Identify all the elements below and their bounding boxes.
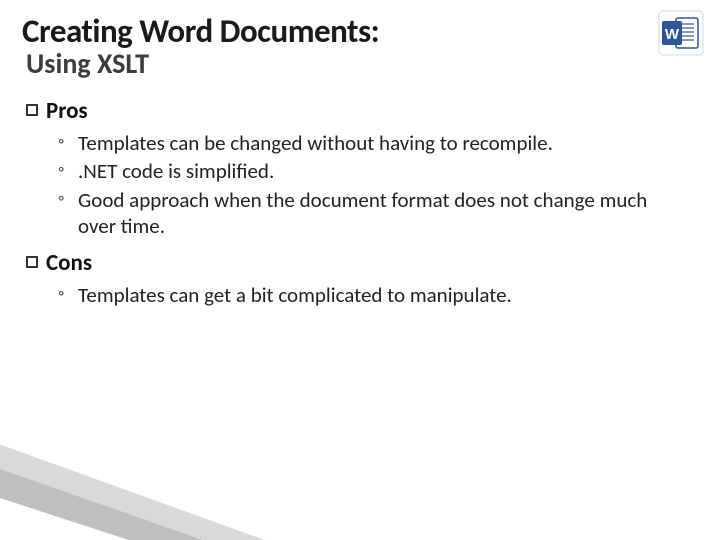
list-item: Templates can be changed without having … (58, 130, 670, 156)
list-item: .NET code is simplified. (58, 158, 670, 184)
section-heading-text: Cons (46, 249, 92, 278)
section-heading-text: Pros (46, 97, 88, 126)
list-item: Templates can get a bit complicated to m… (58, 282, 670, 308)
decorative-swoosh (0, 400, 320, 540)
section-heading-pros: Pros (26, 97, 680, 126)
pros-list: Templates can be changed without having … (26, 130, 680, 239)
square-bullet-icon (26, 256, 38, 268)
slide-title: Creating Word Documents: (22, 14, 680, 49)
slide: W Creating Word Documents: Using XSLT Pr… (0, 0, 720, 540)
word-icon: W (658, 10, 704, 56)
cons-list: Templates can get a bit complicated to m… (26, 282, 680, 308)
slide-body: Pros Templates can be changed without ha… (22, 97, 680, 308)
square-bullet-icon (26, 104, 38, 116)
svg-text:W: W (665, 26, 680, 43)
list-item: Good approach when the document format d… (58, 187, 670, 240)
slide-subtitle: Using XSLT (26, 49, 680, 80)
section-heading-cons: Cons (26, 249, 680, 278)
